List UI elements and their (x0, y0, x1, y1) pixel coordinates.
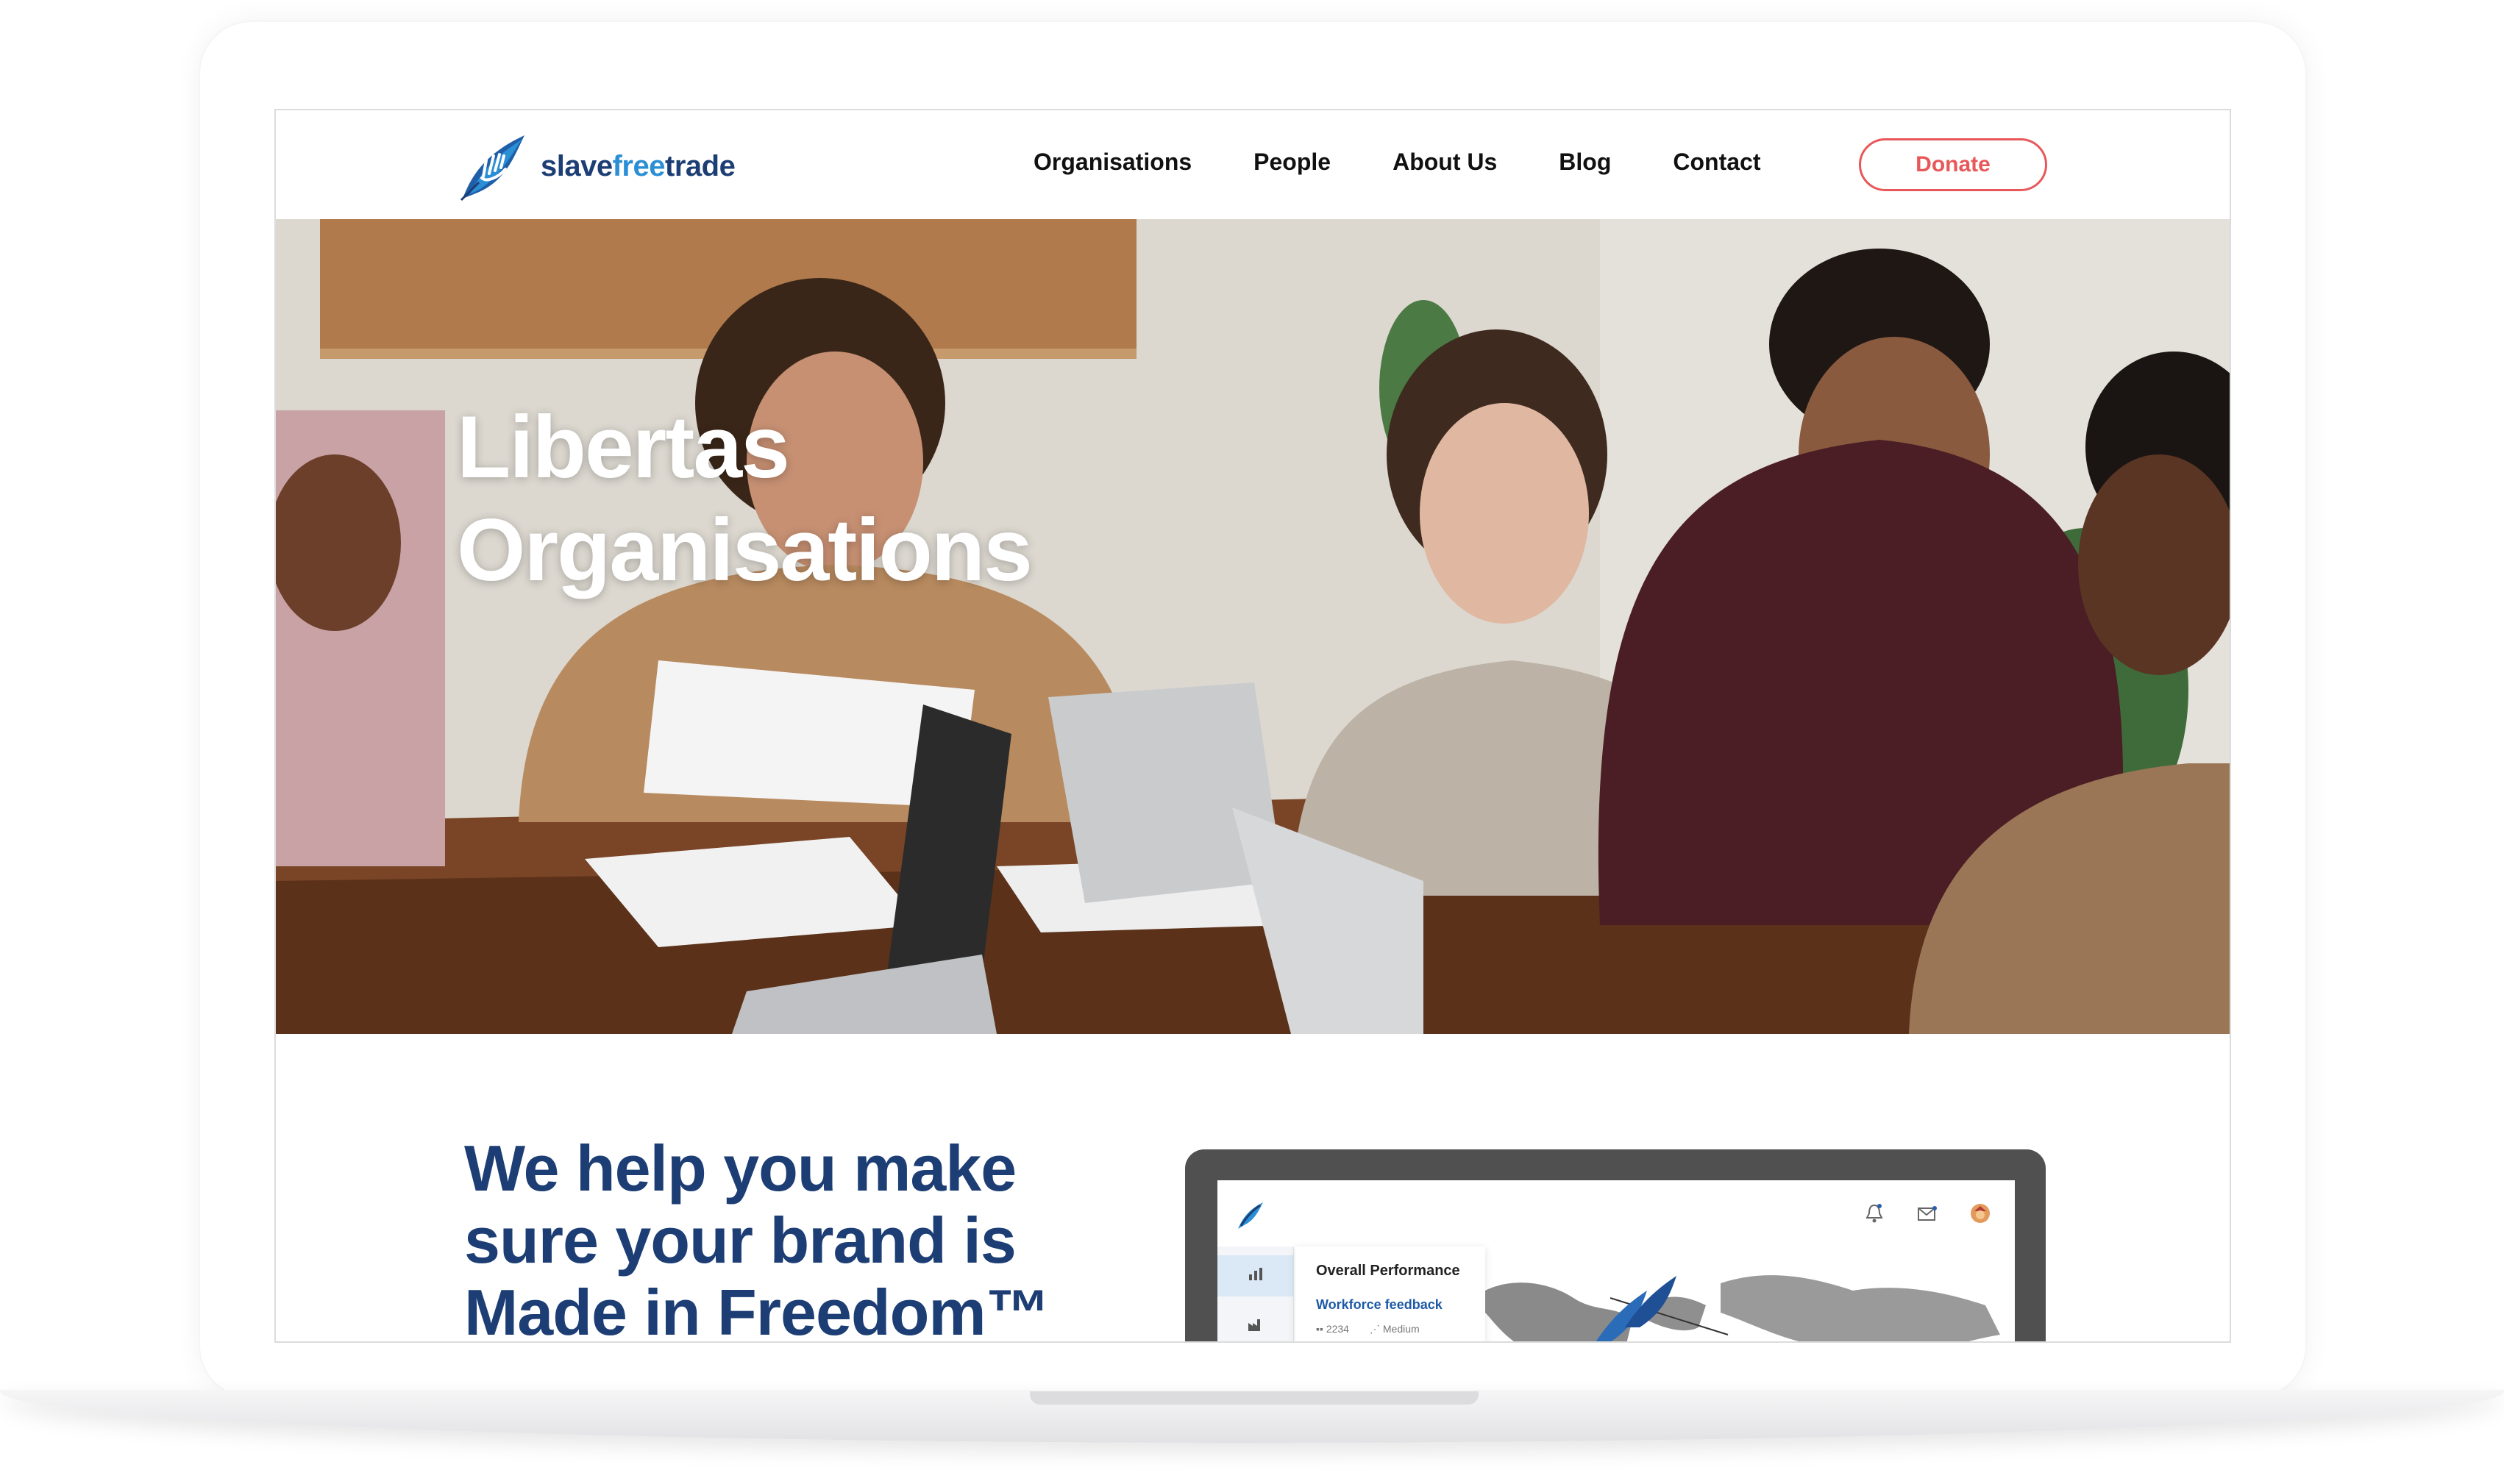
dashboard-logo-icon (1238, 1202, 1263, 1229)
nav-people[interactable]: People (1253, 149, 1331, 176)
feather-hand-logo-icon (460, 135, 524, 201)
hero-banner: Libertas Organisations (276, 219, 2230, 1034)
dashboard-topbar (1217, 1180, 2015, 1246)
mail-icon[interactable] (1915, 1201, 1940, 1226)
main-nav: Organisations People About Us Blog Conta… (1034, 149, 1822, 176)
world-map (1485, 1275, 2000, 1341)
card-title: Overall Performance (1316, 1263, 1460, 1279)
dashboard-top-icons (1862, 1201, 1993, 1226)
dashboard-laptop-preview: Overall Performance Workforce feedback ▪… (1185, 1149, 2046, 1341)
nav-contact[interactable]: Contact (1673, 149, 1760, 176)
brand-logo[interactable]: slavefreetrade (457, 131, 736, 201)
brand-word-free: free (612, 149, 666, 182)
card-subtitle[interactable]: Workforce feedback (1316, 1297, 1465, 1313)
sidebar-item-organisation[interactable] (1217, 1305, 1293, 1341)
brand-word-trade: trade (665, 149, 736, 182)
network-icon: ⋰ (1369, 1323, 1383, 1335)
site-header: slavefreetrade Organisations People Abou… (276, 110, 2230, 219)
metric-count-value: 2234 (1326, 1323, 1349, 1335)
metric-level: ⋰ Medium (1370, 1323, 1420, 1335)
donate-button[interactable]: Donate (1859, 138, 2047, 191)
avatar-icon[interactable] (1968, 1201, 1993, 1226)
metric-level-value: Medium (1382, 1323, 1420, 1335)
nav-organisations[interactable]: Organisations (1034, 149, 1192, 176)
metric-count: ▪▪ 2234 (1316, 1323, 1349, 1335)
factory-icon (1248, 1319, 1260, 1331)
overall-performance-card: Overall Performance Workforce feedback ▪… (1295, 1246, 1485, 1341)
website-screen: slavefreetrade Organisations People Abou… (274, 109, 2231, 1343)
laptop-notch (1030, 1391, 1479, 1405)
brand-word-slave: slave (541, 149, 613, 182)
section-heading: We help you make sure your brand is Made… (464, 1132, 1126, 1343)
heading-line-3: Made in Freedom™ (464, 1276, 1050, 1343)
heading-line-2: sure your brand is (464, 1204, 1017, 1277)
bar-chart-icon (1248, 1268, 1262, 1280)
hero-team-photo (276, 219, 2230, 1034)
sidebar-item-performance[interactable] (1217, 1255, 1293, 1296)
card-metrics: ▪▪ 2234 ⋰ Medium (1316, 1323, 1465, 1335)
heading-line-1: We help you make (464, 1132, 1017, 1205)
dashboard-sidebar (1217, 1246, 1294, 1341)
hero-title-line-2: Organisations (457, 501, 1033, 599)
nav-blog[interactable]: Blog (1559, 149, 1611, 176)
brand-wordmark: slavefreetrade (541, 149, 736, 183)
hero-title-line-1: Libertas (457, 398, 790, 496)
dashboard-screen: Overall Performance Workforce feedback ▪… (1217, 1180, 2015, 1341)
nav-about-us[interactable]: About Us (1393, 149, 1497, 176)
hero-title: Libertas Organisations (457, 396, 1033, 602)
people-icon: ▪▪ (1316, 1323, 1326, 1335)
bell-icon[interactable] (1862, 1201, 1887, 1226)
